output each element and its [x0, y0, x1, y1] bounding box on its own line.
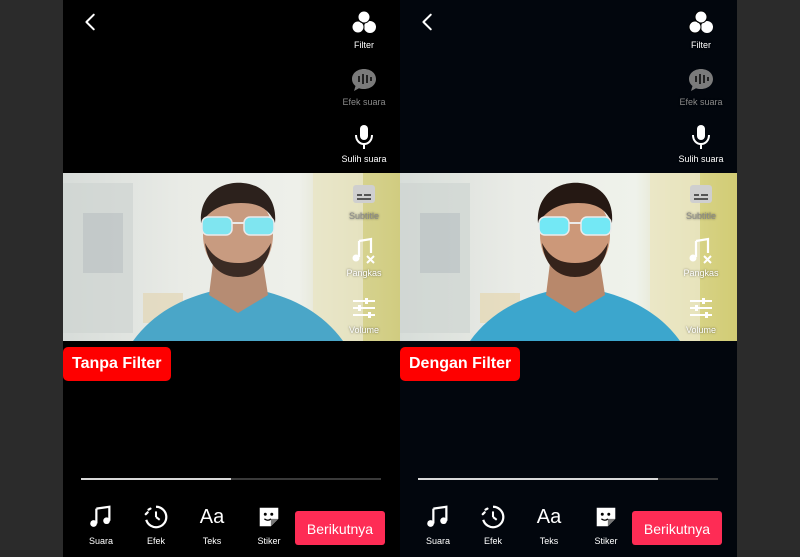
tool-volume[interactable]: Volume	[328, 294, 400, 335]
chevron-left-icon	[80, 11, 102, 33]
tool-sound-effect[interactable]: Efek suara	[665, 66, 737, 107]
tool-effects[interactable]: Efek	[131, 504, 181, 546]
tool-voiceover[interactable]: Sulih suara	[665, 123, 737, 164]
tool-label: Efek suara	[679, 97, 723, 107]
back-button[interactable]	[416, 10, 440, 34]
tool-label: Suara	[425, 536, 451, 546]
sliders-icon	[687, 294, 715, 322]
tool-subtitle[interactable]: Subtitle	[328, 180, 400, 221]
tool-label: Pangkas	[346, 268, 382, 278]
tool-label: Suara	[88, 536, 114, 546]
progress-fill	[81, 478, 231, 480]
chevron-left-icon	[417, 11, 439, 33]
music-note-cut-icon	[350, 237, 378, 265]
tool-label: Pangkas	[683, 268, 719, 278]
tool-volume[interactable]: Volume	[665, 294, 737, 335]
sliders-icon	[350, 294, 378, 322]
tool-text[interactable]: Aa Teks	[187, 504, 237, 547]
text-aa-icon: Aa	[536, 505, 562, 528]
next-button[interactable]: Berikutnya	[295, 511, 385, 545]
bottom-toolbar: Suara Efek Aa Teks Stiker Berikutnya	[63, 500, 400, 557]
tool-trim[interactable]: Pangkas	[328, 237, 400, 278]
tool-label: Teks	[202, 536, 222, 546]
speech-bubble-waveform-icon	[687, 66, 715, 94]
music-note-cut-icon	[687, 237, 715, 265]
progress-bar[interactable]	[418, 478, 718, 480]
microphone-icon	[687, 123, 715, 151]
tool-label: Subtitle	[348, 211, 380, 221]
music-note-icon	[88, 504, 114, 530]
tool-label: Stiker	[594, 536, 618, 546]
tool-subtitle[interactable]: Subtitle	[665, 180, 737, 221]
tool-trim[interactable]: Pangkas	[665, 237, 737, 278]
tool-label: Efek suara	[342, 97, 386, 107]
subtitle-icon	[350, 180, 378, 208]
tool-label: Stiker	[257, 536, 281, 546]
tool-filter[interactable]: Filter	[665, 9, 737, 50]
tool-sound[interactable]: Suara	[413, 504, 463, 546]
progress-fill	[418, 478, 658, 480]
caption-tag: Dengan Filter	[400, 347, 521, 381]
tool-voiceover[interactable]: Sulih suara	[328, 123, 400, 164]
music-note-icon	[425, 504, 451, 530]
tool-effects[interactable]: Efek	[468, 504, 518, 546]
tool-label: Filter	[354, 40, 374, 50]
speech-bubble-waveform-icon	[350, 66, 378, 94]
tool-label: Filter	[691, 40, 711, 50]
tool-sound-effect[interactable]: Efek suara	[328, 66, 400, 107]
effect-timer-icon	[480, 504, 506, 530]
tool-sticker[interactable]: Stiker	[244, 504, 294, 546]
tool-label: Subtitle	[685, 211, 717, 221]
text-aa-icon: Aa	[199, 505, 225, 528]
panel-without-filter: Filter Efek suara Sulih suara Subtitle P…	[63, 0, 400, 557]
sticker-icon	[256, 504, 282, 530]
effect-timer-icon	[143, 504, 169, 530]
tool-sticker[interactable]: Stiker	[581, 504, 631, 546]
caption-tag: Tanpa Filter	[63, 347, 171, 381]
tool-label: Sulih suara	[678, 154, 724, 164]
progress-bar[interactable]	[81, 478, 381, 480]
tool-label: Efek	[483, 536, 502, 546]
next-button[interactable]: Berikutnya	[632, 511, 722, 545]
back-button[interactable]	[79, 10, 103, 34]
filter-icon	[350, 9, 378, 37]
filter-icon	[687, 9, 715, 37]
tool-filter[interactable]: Filter	[328, 9, 400, 50]
tool-label: Volume	[348, 325, 380, 335]
bottom-toolbar: Suara Efek Aa Teks Stiker Berikutnya	[400, 500, 737, 557]
tool-label: Volume	[685, 325, 717, 335]
tool-label: Teks	[539, 536, 559, 546]
microphone-icon	[350, 123, 378, 151]
tool-label: Efek	[146, 536, 165, 546]
sticker-icon	[593, 504, 619, 530]
subtitle-icon	[687, 180, 715, 208]
panel-with-filter: Filter Efek suara Sulih suara Subtitle P…	[400, 0, 737, 557]
tool-text[interactable]: Aa Teks	[524, 504, 574, 547]
tool-label: Sulih suara	[341, 154, 387, 164]
tool-sound[interactable]: Suara	[76, 504, 126, 546]
